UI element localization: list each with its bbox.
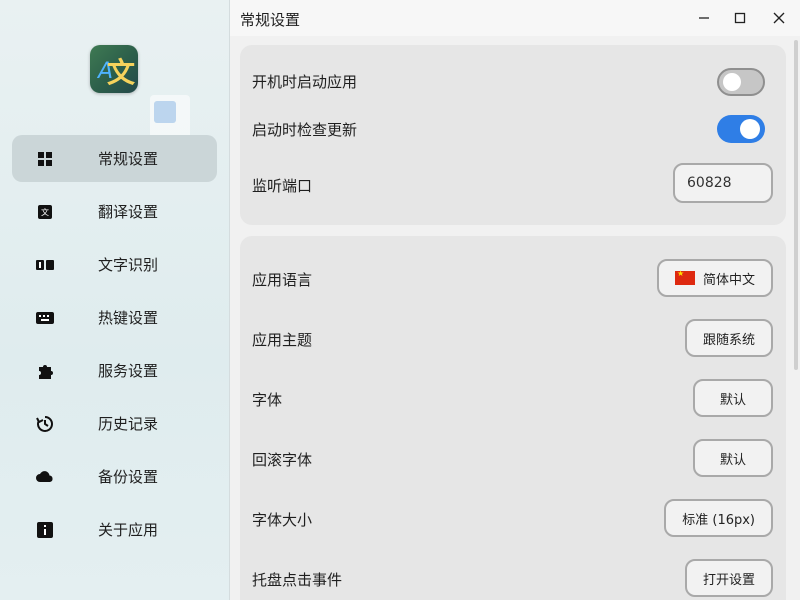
close-icon <box>773 9 785 28</box>
sidebar-item-hotkey[interactable]: 热键设置 <box>12 294 217 341</box>
sidebar-item-service[interactable]: 服务设置 <box>12 347 217 394</box>
sidebar-item-general[interactable]: 常规设置 <box>12 135 217 182</box>
theme-label: 应用主题 <box>252 331 313 349</box>
fallback-font-select[interactable]: 默认 <box>693 439 773 477</box>
history-icon <box>36 415 54 433</box>
window-title: 常规设置 <box>240 11 301 29</box>
tray-click-select[interactable]: 打开设置 <box>684 559 773 597</box>
title-bar: 常规设置 <box>230 0 800 36</box>
maximize-icon <box>734 9 746 28</box>
sidebar-item-label: 翻译设置 <box>98 203 159 221</box>
sidebar-item-translate[interactable]: 文 翻译设置 <box>12 188 217 235</box>
cloud-icon <box>36 468 54 486</box>
theme-value: 跟随系统 <box>702 332 755 348</box>
info-icon <box>36 521 54 539</box>
tray-click-value: 打开设置 <box>702 572 755 588</box>
sidebar: A 文 常规设置 文 翻译设置 文字识别 热键设置 服务设置 历史记录 备份设置… <box>0 0 230 600</box>
desktop-file-ghost <box>150 95 190 139</box>
check-update-label: 启动时检查更新 <box>252 121 358 139</box>
sidebar-item-history[interactable]: 历史记录 <box>12 400 217 447</box>
keyboard-icon <box>36 309 54 327</box>
tray-click-label: 托盘点击事件 <box>252 571 343 589</box>
sidebar-item-label: 备份设置 <box>98 468 159 486</box>
puzzle-icon <box>36 362 54 380</box>
sidebar-item-about[interactable]: 关于应用 <box>12 506 217 553</box>
minimize-button[interactable] <box>692 6 716 30</box>
language-label: 应用语言 <box>252 271 313 289</box>
scrollbar[interactable] <box>794 40 798 370</box>
sidebar-item-label: 常规设置 <box>98 150 159 168</box>
port-input[interactable] <box>673 163 773 203</box>
svg-text:文: 文 <box>41 207 49 217</box>
sidebar-item-backup[interactable]: 备份设置 <box>12 453 217 500</box>
grid-icon <box>36 150 54 168</box>
fallback-font-label: 回滚字体 <box>252 451 313 469</box>
logo-character: 文 <box>107 56 136 89</box>
font-size-label: 字体大小 <box>252 511 313 529</box>
theme-select[interactable]: 跟随系统 <box>684 319 773 357</box>
font-size-value: 标准 (16px) <box>682 512 755 528</box>
sidebar-item-label: 关于应用 <box>98 521 159 539</box>
app-logo: A 文 <box>90 45 138 93</box>
sidebar-item-label: 历史记录 <box>98 415 159 433</box>
minimize-icon <box>698 9 710 28</box>
startup-label: 开机时启动应用 <box>252 73 358 91</box>
translate-icon: 文 <box>36 203 54 221</box>
font-label: 字体 <box>252 391 283 409</box>
sidebar-item-ocr[interactable]: 文字识别 <box>12 241 217 288</box>
font-select[interactable]: 默认 <box>693 379 773 417</box>
maximize-button[interactable] <box>728 6 752 30</box>
sidebar-item-label: 热键设置 <box>98 309 159 327</box>
font-size-select[interactable]: 标准 (16px) <box>664 499 773 537</box>
startup-toggle[interactable] <box>717 68 765 96</box>
close-button[interactable] <box>767 6 791 30</box>
font-value: 默认 <box>719 392 746 408</box>
check-update-toggle[interactable] <box>717 115 765 143</box>
toggle-knob <box>740 119 760 139</box>
ocr-icon <box>36 256 54 274</box>
fallback-font-value: 默认 <box>719 452 746 468</box>
sidebar-item-label: 文字识别 <box>98 256 159 274</box>
port-label: 监听端口 <box>252 177 313 195</box>
language-select[interactable]: 简体中文 <box>656 259 773 297</box>
toggle-knob <box>723 73 741 91</box>
startup-settings-card: 开机时启动应用 启动时检查更新 监听端口 <box>240 45 786 225</box>
language-value: 简体中文 <box>702 272 755 288</box>
china-flag-icon <box>674 269 695 285</box>
appearance-settings-card: 应用语言 简体中文 应用主题 跟随系统 字体 默认 回滚字体 默认 字体大小 标… <box>240 236 786 600</box>
sidebar-item-label: 服务设置 <box>98 362 159 380</box>
